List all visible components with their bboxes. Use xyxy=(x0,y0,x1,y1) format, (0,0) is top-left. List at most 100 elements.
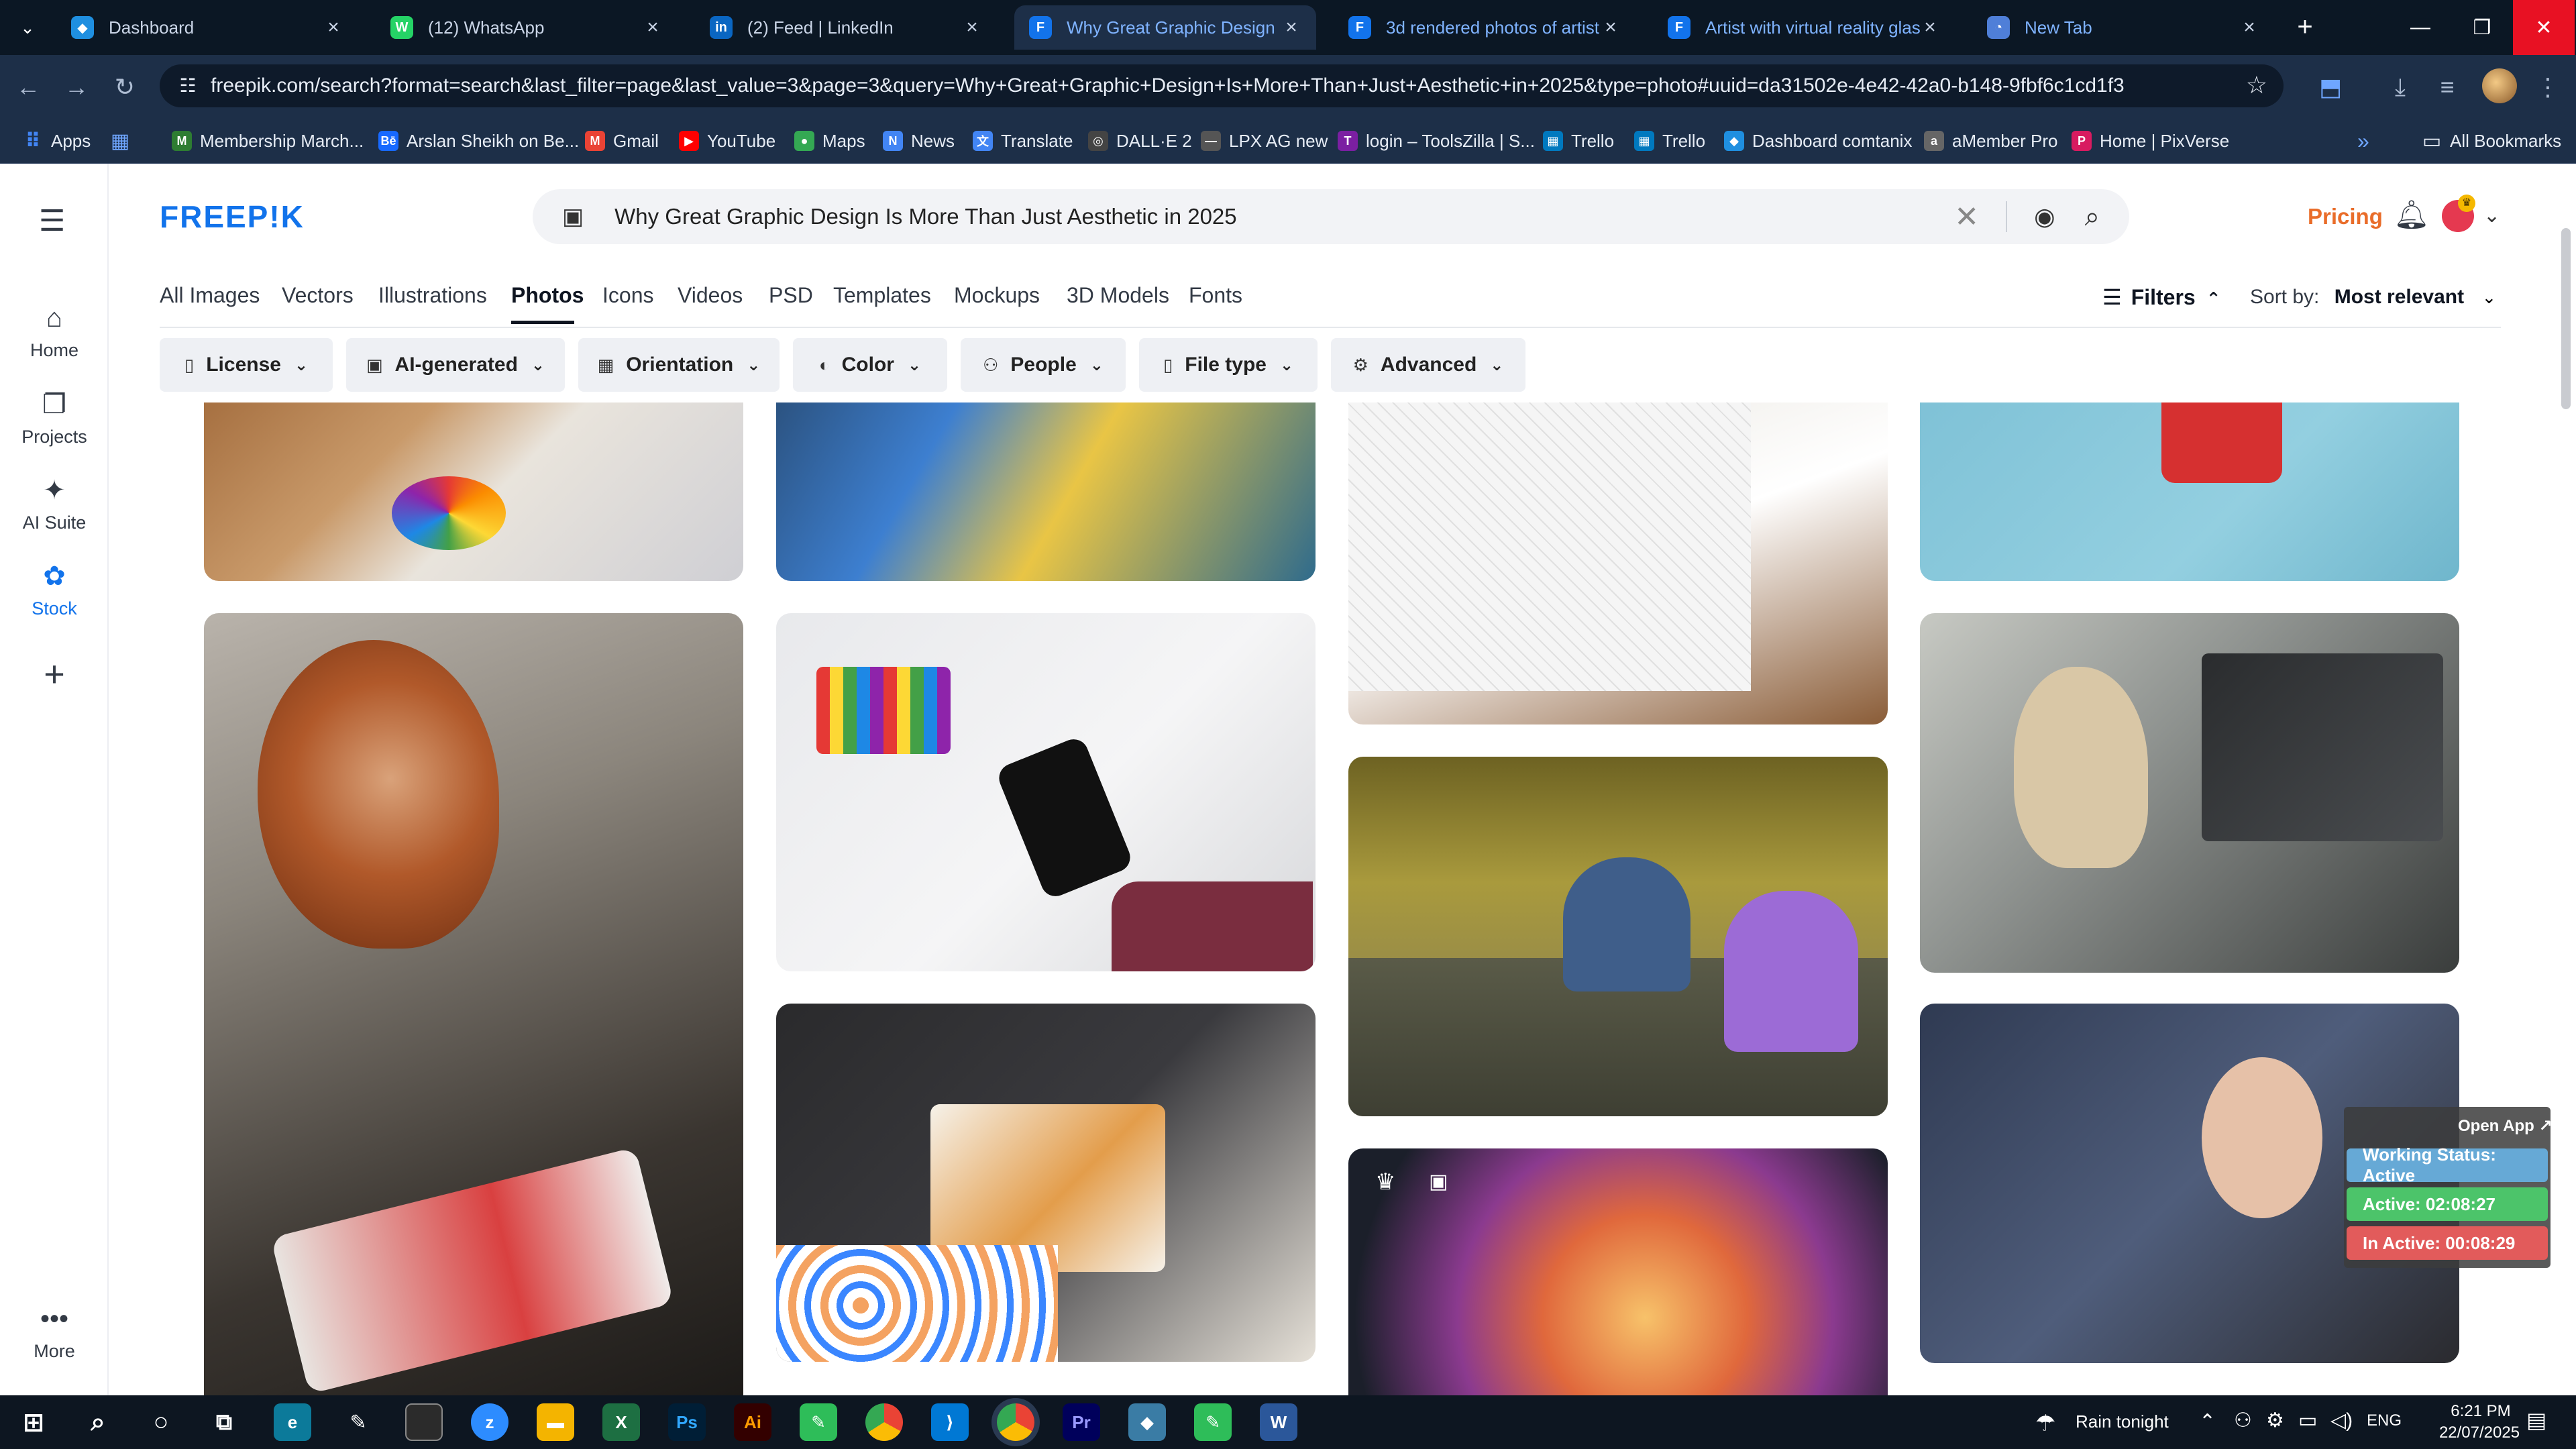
bookmark-maps[interactable]: ● Maps xyxy=(794,126,865,156)
photo-ai-artist-explosion[interactable]: ♛ ▣ xyxy=(1348,1148,1888,1395)
bookmark-toolszilla[interactable]: Tlogin – ToolsZilla | S... xyxy=(1338,126,1535,156)
bookmark-translate[interactable]: 文 Translate xyxy=(973,126,1073,156)
close-icon[interactable]: × xyxy=(643,16,663,39)
tab-all-images[interactable]: All Images xyxy=(160,283,260,308)
advanced-filter[interactable]: ⚙ Advanced ⌄ xyxy=(1331,338,1525,392)
tab-dashboard[interactable]: ◆ Dashboard × xyxy=(56,5,358,50)
rail-item-ai-suite[interactable]: ✦ AI Suite xyxy=(0,475,109,533)
clock-time[interactable]: 6:21 PM xyxy=(2434,1402,2528,1421)
close-icon[interactable]: × xyxy=(1920,16,1940,39)
file-explorer-icon[interactable]: ▬ xyxy=(537,1403,574,1441)
open-app-link[interactable]: Open App ↗ xyxy=(2458,1116,2553,1136)
bookmark-amember[interactable]: a aMember Pro xyxy=(1924,126,2058,156)
extension-icon[interactable]: ⬒ xyxy=(2312,68,2349,106)
tray-app-icon[interactable]: ⚇ xyxy=(2234,1409,2252,1432)
freepik-logo[interactable]: FREEP!K xyxy=(160,199,305,235)
address-bar[interactable]: ☷ freepik.com/search?format=search&last_… xyxy=(160,64,2284,107)
illustrator-icon[interactable]: Ai xyxy=(734,1403,771,1441)
search-bar[interactable]: ▣ Why Great Graphic Design Is More Than … xyxy=(533,189,2129,244)
reload-icon[interactable]: ↻ xyxy=(106,68,144,106)
photo-desk-phone-sketch[interactable] xyxy=(776,613,1316,971)
bookmark-grid[interactable]: ▦ xyxy=(110,126,138,156)
license-filter[interactable]: ▯ License ⌄ xyxy=(160,338,333,392)
bookmark-star-icon[interactable]: ☆ xyxy=(2246,71,2267,99)
chrome-active-icon[interactable] xyxy=(997,1403,1034,1441)
rail-item-more[interactable]: ••• More xyxy=(0,1304,109,1362)
tab-new[interactable]: ◔ New Tab × xyxy=(1972,5,2274,50)
browser-menu-icon[interactable]: ⋮ xyxy=(2529,68,2567,106)
bookmark-youtube[interactable]: ▶ YouTube xyxy=(679,126,775,156)
bookmark-gmail[interactable]: M Gmail xyxy=(585,126,659,156)
tab-vectors[interactable]: Vectors xyxy=(282,283,354,308)
restore-window-button[interactable]: ❐ xyxy=(2451,0,2513,55)
tab-photos[interactable]: Photos xyxy=(511,283,584,308)
tab-videos[interactable]: Videos xyxy=(678,283,743,308)
photo-tablet-illustration[interactable] xyxy=(776,1004,1316,1362)
tab-icons[interactable]: Icons xyxy=(602,283,653,308)
app-diamond-icon[interactable]: ◆ xyxy=(1128,1403,1166,1441)
photoshop-icon[interactable]: Ps xyxy=(668,1403,706,1441)
camera-search-icon[interactable]: ◉ xyxy=(2034,203,2055,231)
photo-3d-artist-monitor[interactable] xyxy=(1920,613,2459,973)
excel-icon[interactable]: X xyxy=(602,1403,640,1441)
close-icon[interactable]: × xyxy=(2239,16,2259,39)
site-info-icon[interactable]: ☷ xyxy=(174,72,201,99)
volume-icon[interactable]: ◁) xyxy=(2330,1409,2353,1432)
vscode-icon[interactable]: ⟩ xyxy=(931,1403,969,1441)
profile-avatar[interactable] xyxy=(2482,68,2517,103)
close-window-button[interactable]: ✕ xyxy=(2513,0,2575,55)
tab-freepik-vr[interactable]: F Artist with virtual reality glasse × xyxy=(1653,5,1955,50)
pen-tool-icon[interactable]: ✎ xyxy=(339,1403,377,1441)
orientation-filter[interactable]: ▦ Orientation ⌄ xyxy=(578,338,780,392)
feather-app-icon[interactable]: ✎ xyxy=(800,1403,837,1441)
ai-generated-filter[interactable]: ▣ AI-generated ⌄ xyxy=(346,338,565,392)
page-scrollbar[interactable] xyxy=(2561,228,2571,409)
weather-text[interactable]: Rain tonight xyxy=(2076,1411,2169,1432)
color-filter[interactable]: ◐ Color ⌄ xyxy=(793,338,947,392)
all-bookmarks-button[interactable]: ▭ All Bookmarks xyxy=(2422,126,2561,156)
bookmark-trello-1[interactable]: ▦ Trello xyxy=(1543,126,1614,156)
rail-item-projects[interactable]: ❐ Projects xyxy=(0,389,109,447)
tab-3d-models[interactable]: 3D Models xyxy=(1067,283,1169,308)
close-icon[interactable]: × xyxy=(962,16,982,39)
bookmark-news[interactable]: N News xyxy=(883,126,955,156)
bookmark-membership[interactable]: M Membership March... xyxy=(172,126,364,156)
photo-girl-drawing-tablet[interactable] xyxy=(204,613,743,1395)
tab-fonts[interactable]: Fonts xyxy=(1189,283,1242,308)
account-chevron-down-icon[interactable]: ⌄ xyxy=(2483,204,2500,227)
bookmark-behance[interactable]: Bē Arslan Sheikh on Be... xyxy=(378,126,579,156)
word-icon[interactable]: W xyxy=(1260,1403,1297,1441)
tab-templates[interactable]: Templates xyxy=(833,283,931,308)
close-icon[interactable]: × xyxy=(1601,16,1621,39)
notifications-icon[interactable]: ▤ xyxy=(2526,1407,2546,1433)
photo-color-wheel-drawing[interactable] xyxy=(204,402,743,581)
close-icon[interactable]: × xyxy=(1281,16,1301,39)
premium-crown-icon[interactable]: ♛ xyxy=(1375,1169,1406,1199)
download-icon[interactable]: ⤓ xyxy=(2381,68,2419,106)
add-icon[interactable]: + xyxy=(35,655,74,694)
bookmark-apps[interactable]: ⠿ Apps xyxy=(23,126,91,156)
people-filter[interactable]: ⚇ People ⌄ xyxy=(961,338,1126,392)
terminal-icon[interactable] xyxy=(405,1403,443,1441)
bookmark-trello-2[interactable]: ▦ Trello xyxy=(1634,126,1705,156)
hamburger-menu-icon[interactable]: ☰ xyxy=(39,204,65,238)
clock-date[interactable]: 22/07/2025 xyxy=(2426,1424,2533,1442)
minimize-window-button[interactable]: — xyxy=(2390,0,2451,55)
photo-design-sharpener[interactable] xyxy=(1920,402,2459,581)
bookmark-pixverse[interactable]: P Home | PixVerse xyxy=(2072,126,2229,156)
file-type-filter[interactable]: ▯ File type ⌄ xyxy=(1139,338,1318,392)
image-type-icon[interactable]: ▣ xyxy=(562,203,584,230)
edge-icon[interactable]: e xyxy=(274,1403,311,1441)
feather-app-2-icon[interactable]: ✎ xyxy=(1194,1403,1232,1441)
tab-freepik-3d[interactable]: F 3d rendered photos of artist m × xyxy=(1334,5,1635,50)
back-icon[interactable]: ← xyxy=(9,68,47,106)
more-bookmarks-button[interactable]: » xyxy=(2357,126,2369,156)
clear-search-icon[interactable]: ✕ xyxy=(1954,200,1979,234)
search-input[interactable]: Why Great Graphic Design Is More Than Ju… xyxy=(614,204,1954,229)
network-icon[interactable]: ▭ xyxy=(2298,1409,2317,1432)
tab-whatsapp[interactable]: W (12) WhatsApp × xyxy=(376,5,678,50)
premiere-icon[interactable]: Pr xyxy=(1063,1403,1100,1441)
tab-illustrations[interactable]: Illustrations xyxy=(378,283,487,308)
search-icon[interactable]: ⌕ xyxy=(79,1403,117,1441)
new-tab-button[interactable]: + xyxy=(2286,8,2324,46)
